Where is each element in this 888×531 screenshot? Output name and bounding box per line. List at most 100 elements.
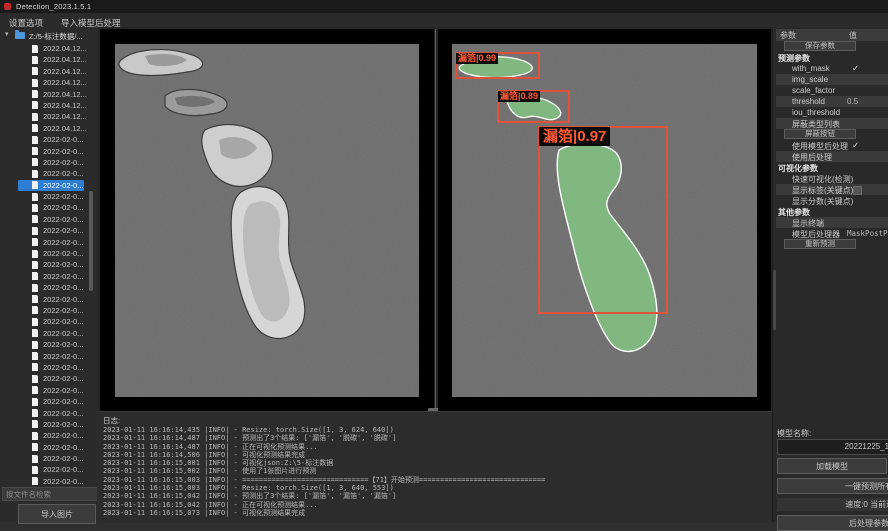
- tree-item[interactable]: 2022.04.12...: [0, 77, 97, 88]
- tree-item[interactable]: 2022-02-0...: [0, 225, 97, 236]
- panel-divider[interactable]: [435, 29, 436, 413]
- image-panel-right[interactable]: 漏箔|0.99漏箔|0.89漏箔|0.97: [438, 29, 771, 411]
- tree-item[interactable]: 2022-02-0...: [0, 157, 97, 168]
- tree-item[interactable]: 2022-02-0...: [0, 419, 97, 430]
- tree-item[interactable]: 2022-02-0...: [0, 248, 97, 259]
- tree-item[interactable]: 2022.04.12...: [0, 89, 97, 100]
- param-row[interactable]: scale_factor: [776, 85, 888, 96]
- param-row[interactable]: with_mask✓: [776, 63, 888, 74]
- tree-item[interactable]: 2022-02-0...: [0, 464, 97, 475]
- file-icon: [32, 329, 38, 337]
- param-button[interactable]: 重新预测: [784, 239, 856, 249]
- tree-item[interactable]: 2022-02-0...: [0, 134, 97, 145]
- postprocess-settings-button[interactable]: 后处理参数设置: [777, 515, 888, 531]
- param-row[interactable]: 显示分数(关键点): [776, 195, 888, 206]
- tree-item[interactable]: 2022-02-0...: [0, 408, 97, 419]
- param-row[interactable]: threshold0.5: [776, 96, 888, 107]
- menubar: 设置选项导入模型后处理: [0, 13, 888, 28]
- tree-item[interactable]: 2022.04.12...: [0, 123, 97, 134]
- search-input[interactable]: [2, 487, 99, 501]
- param-action-row[interactable]: 屏蔽按钮: [776, 129, 888, 140]
- param-row[interactable]: 显示终端: [776, 217, 888, 228]
- load-model-button[interactable]: 加载模型: [777, 458, 887, 474]
- tree-item[interactable]: 2022-02-0...: [0, 202, 97, 213]
- param-row[interactable]: iou_threshold: [776, 107, 888, 118]
- tree-item[interactable]: 2022-02-0...: [0, 237, 97, 248]
- param-row[interactable]: 使用后处理: [776, 151, 888, 162]
- tree-item[interactable]: 2022-02-0...: [0, 328, 97, 339]
- scrollbar-thumb[interactable]: [89, 191, 93, 291]
- tree-root[interactable]: ▾ Z:/5-标注数据/...: [0, 30, 97, 42]
- tree-item[interactable]: 2022-02-0...: [0, 271, 97, 282]
- tree-item[interactable]: 2022-02-0...: [0, 476, 97, 487]
- file-icon: [32, 341, 38, 349]
- import-image-button[interactable]: 导入图片: [18, 504, 96, 524]
- param-action-row[interactable]: 重新预测: [776, 239, 888, 250]
- tree-item[interactable]: 2022-02-0...: [0, 191, 97, 202]
- tree-item[interactable]: 2022.04.12...: [0, 54, 97, 65]
- tree-item[interactable]: 2022-02-0...: [0, 294, 97, 305]
- tree-item[interactable]: 2022-02-0...: [0, 168, 97, 179]
- tree-item[interactable]: 2022-02-0...: [0, 214, 97, 225]
- tree-item[interactable]: 2022.04.12...: [0, 66, 97, 77]
- param-label: scale_factor: [792, 86, 835, 95]
- log-lines[interactable]: 2023-01-11 16:16:14,435 |INFO| - Resize:…: [103, 426, 767, 521]
- tree-item[interactable]: 2022-02-0...: [0, 373, 97, 384]
- params-scrollbar[interactable]: [773, 270, 776, 330]
- tree-item[interactable]: 2022-02-0...: [0, 351, 97, 362]
- checkbox-checked-icon[interactable]: ✓: [852, 140, 859, 151]
- checkbox-checked-icon[interactable]: ✓: [852, 63, 859, 74]
- image-panel-left[interactable]: [100, 29, 434, 411]
- tree-item[interactable]: 2022-02-0...: [0, 396, 97, 407]
- tree-item[interactable]: 2022-02-0...: [0, 442, 97, 453]
- tree-item[interactable]: 2022-02-0...: [0, 259, 97, 270]
- tree-item[interactable]: 2022-02-0...: [0, 385, 97, 396]
- param-button[interactable]: 保存参数: [784, 41, 856, 51]
- param-value[interactable]: 0.5: [847, 97, 858, 106]
- predict-all-button[interactable]: 一键预测所有图片: [777, 478, 888, 494]
- param-value[interactable]: MaskPostPro: [847, 229, 888, 238]
- file-icon: [32, 363, 38, 371]
- tree-item-label: 2022.04.12...: [43, 55, 87, 64]
- param-action-row[interactable]: 保存参数: [776, 41, 888, 52]
- tree-item[interactable]: 2022.04.12...: [0, 100, 97, 111]
- tree-item[interactable]: 2022.04.12...: [0, 43, 97, 54]
- param-row[interactable]: img_scale: [776, 74, 888, 85]
- file-icon: [32, 272, 38, 280]
- tree-item[interactable]: 2022.04.12...: [0, 111, 97, 122]
- param-section-row: 预测参数: [776, 52, 888, 63]
- param-row[interactable]: 快速可视化(检测): [776, 173, 888, 184]
- tree-item[interactable]: 2022-02-0...: [0, 146, 97, 157]
- tree-item-label: 2022-02-0...: [43, 283, 83, 292]
- tree-item[interactable]: 2022-02-0...: [0, 316, 97, 327]
- param-row[interactable]: 屏蔽类型列表: [776, 118, 888, 129]
- chevron-down-icon[interactable]: ▾: [5, 30, 9, 38]
- tree-item[interactable]: 2022-02-0...: [0, 453, 97, 464]
- model-name-value[interactable]: 20221225_174813: [777, 439, 888, 455]
- tree-item-label: 2022-02-0...: [43, 363, 83, 372]
- tree-root-label: Z:/5-标注数据/...: [29, 31, 83, 42]
- file-icon: [32, 432, 38, 440]
- tree-item[interactable]: 2022-02-0...: [0, 430, 97, 441]
- file-icon: [32, 56, 38, 64]
- tree-item-label: 2022-02-0...: [43, 249, 83, 258]
- param-row[interactable]: 使用模型后处理✓: [776, 140, 888, 151]
- detection-box: [538, 126, 668, 314]
- file-icon: [32, 443, 38, 451]
- viewer-area: 漏箔|0.99漏箔|0.89漏箔|0.97: [97, 27, 772, 411]
- file-icon: [32, 113, 38, 121]
- file-icon: [32, 45, 38, 53]
- tree-scrollbar[interactable]: [89, 43, 93, 511]
- tree-item[interactable]: 2022-02-0...: [0, 339, 97, 350]
- param-row[interactable]: 显示标签(关键点): [776, 184, 888, 195]
- checkbox-unchecked-icon[interactable]: [853, 186, 862, 195]
- param-row[interactable]: 模型后处理器MaskPostPro: [776, 228, 888, 239]
- tree-item[interactable]: 2022-02-0...: [0, 362, 97, 373]
- tree-item[interactable]: 2022-02-0...: [0, 282, 97, 293]
- detection-label: 漏箔|0.97: [539, 127, 610, 146]
- tree-item[interactable]: 2022-02-0...: [0, 180, 97, 191]
- tree-item-label: 2022-02-0...: [43, 203, 83, 212]
- detection-label: 漏箔|0.99: [456, 53, 498, 64]
- param-button[interactable]: 屏蔽按钮: [784, 129, 856, 139]
- tree-item[interactable]: 2022-02-0...: [0, 305, 97, 316]
